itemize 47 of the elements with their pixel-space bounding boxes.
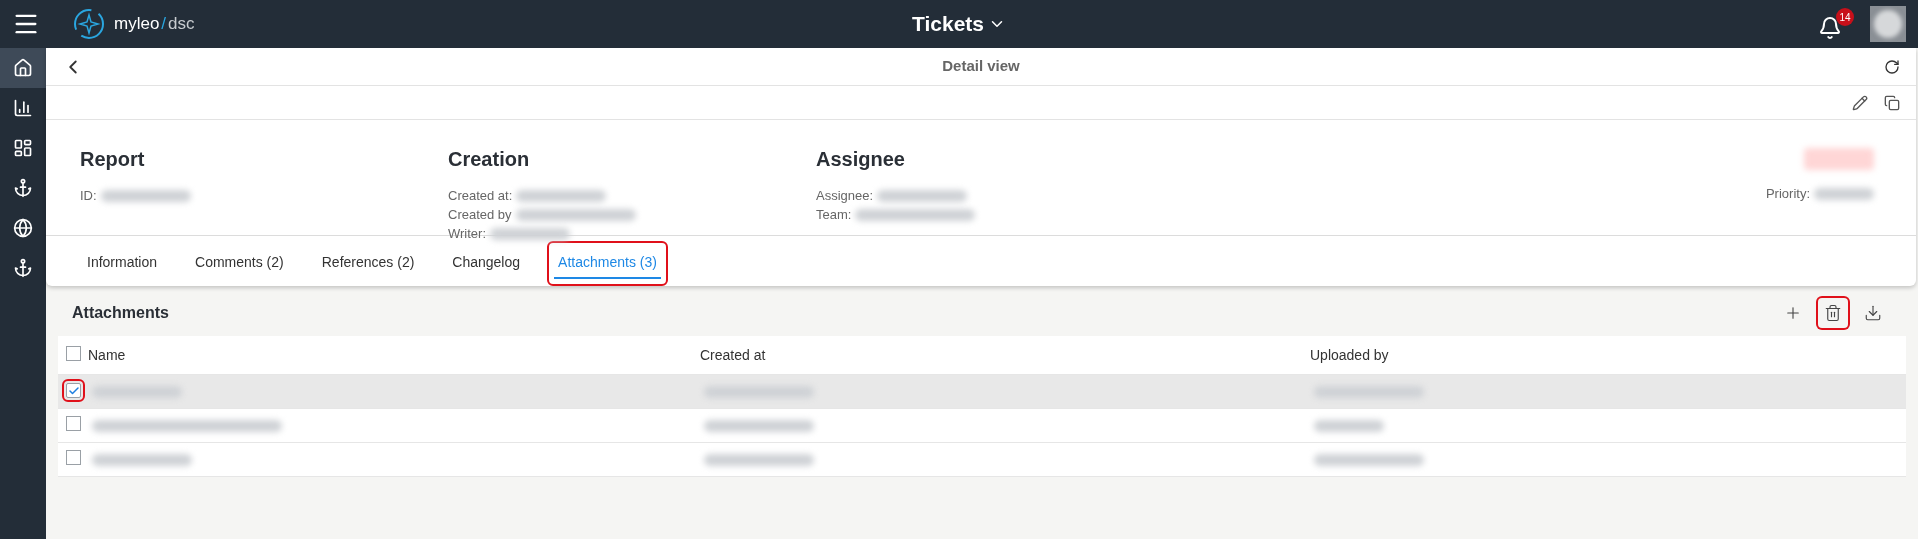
chart-icon (13, 98, 33, 118)
section-title: Attachments (72, 303, 169, 323)
page-title: Detail view (942, 56, 1020, 77)
status-badge (1804, 148, 1874, 170)
field-label: Created by (448, 206, 512, 224)
checkbox[interactable] (66, 345, 81, 361)
field-label: Priority: (1765, 185, 1810, 203)
plus-icon (1784, 304, 1802, 322)
bell-icon (1818, 16, 1842, 40)
globe-icon (13, 218, 33, 238)
tab[interactable]: Changelog (441, 241, 532, 286)
title-dropdown[interactable]: Tickets (912, 8, 1006, 40)
delete-button[interactable] (1818, 298, 1848, 328)
tab[interactable]: Attachments (3) (547, 241, 668, 286)
column-header[interactable]: Created at (700, 344, 1310, 366)
notifications-button[interactable]: 14 (1818, 8, 1854, 40)
checkbox[interactable] (66, 450, 81, 465)
dashboard-icon (13, 138, 33, 158)
redacted-value (1814, 187, 1874, 200)
field-label: Created at: (448, 187, 513, 205)
tab[interactable]: Information (76, 241, 169, 286)
field-label: ID: (80, 187, 97, 205)
check-icon (67, 384, 80, 397)
edit-button[interactable] (1852, 94, 1868, 111)
checkbox[interactable] (66, 416, 81, 431)
refresh-button[interactable] (1884, 58, 1900, 75)
column-header[interactable]: Uploaded by (1310, 344, 1389, 366)
anchor-icon (13, 258, 33, 278)
copy-button[interactable] (1884, 94, 1900, 111)
logo-icon (72, 7, 106, 41)
section-title: Creation (448, 147, 531, 172)
field-label: Team: (816, 206, 852, 224)
download-icon (1864, 304, 1882, 322)
sidebar-item[interactable] (0, 48, 46, 88)
redacted-value (1314, 420, 1384, 433)
tab[interactable]: Comments (2) (184, 241, 295, 286)
home-icon (13, 58, 33, 78)
logo-text: myleo/dsc (114, 13, 195, 36)
notification-badge: 14 (1836, 8, 1854, 26)
trash-icon (1824, 304, 1842, 322)
column-header[interactable]: Name (88, 344, 700, 366)
anchor-icon (13, 178, 33, 198)
tab[interactable]: References (2) (310, 241, 426, 286)
field-label: Assignee: (816, 187, 874, 205)
section-title: Report (80, 147, 146, 172)
section-title: Assignee (816, 147, 906, 172)
field-label: Writer: (448, 225, 487, 243)
